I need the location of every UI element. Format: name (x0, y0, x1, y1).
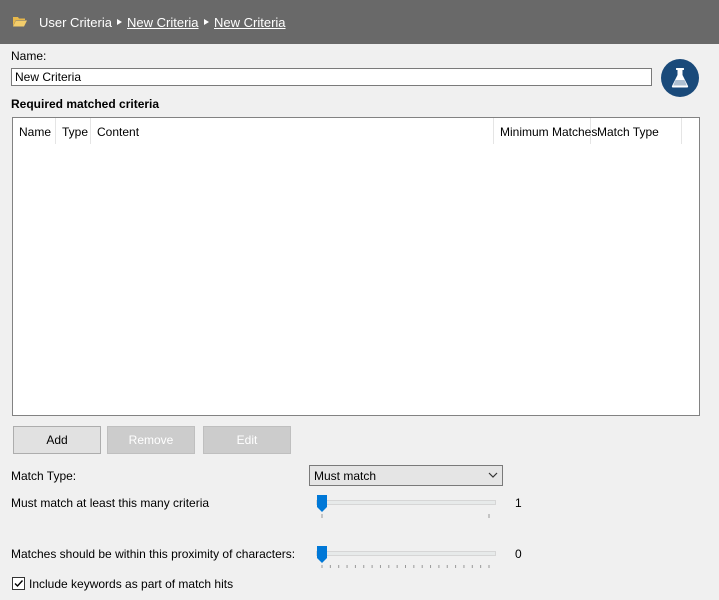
name-label: Name: (11, 49, 47, 63)
slider-tick (430, 565, 432, 568)
slider-tick (488, 565, 490, 568)
slider-tick (396, 565, 398, 568)
breadcrumb-separator-icon (117, 19, 122, 25)
include-keywords-checkbox[interactable] (12, 577, 25, 590)
slider-tick (405, 565, 406, 568)
test-criteria-button[interactable] (661, 59, 699, 97)
criteria-grid[interactable]: Name Type Content Minimum Matches Match … (12, 117, 700, 416)
column-header-name[interactable]: Name (13, 118, 56, 144)
slider-tick (338, 565, 340, 568)
proximity-value: 0 (515, 547, 522, 561)
proximity-label: Matches should be within this proximity … (11, 547, 296, 561)
slider-ticks (321, 565, 490, 568)
min-criteria-slider[interactable] (314, 495, 496, 521)
slider-tick (329, 565, 331, 568)
slider-track (316, 500, 496, 505)
column-header-minimum-matches[interactable]: Minimum Matches (494, 118, 597, 144)
chevron-down-icon (488, 472, 498, 478)
slider-tick (480, 565, 482, 568)
slider-tick (438, 565, 440, 568)
breadcrumb-item-1[interactable]: New Criteria (127, 15, 199, 30)
slider-tick (463, 565, 465, 568)
breadcrumb-bar: User Criteria New Criteria New Criteria (0, 0, 719, 44)
slider-tick (363, 565, 365, 568)
slider-tick (354, 565, 356, 568)
criteria-grid-title: Required matched criteria (11, 97, 160, 111)
slider-tick (421, 565, 423, 568)
slider-tick (371, 565, 373, 568)
breadcrumb-item-2[interactable]: New Criteria (214, 15, 286, 30)
breadcrumb-separator-icon (204, 19, 209, 25)
slider-tick (446, 565, 448, 568)
slider-tick (379, 565, 381, 568)
slider-tick (455, 565, 457, 568)
add-button[interactable]: Add (13, 426, 101, 454)
slider-ticks (321, 514, 490, 518)
column-header-content[interactable]: Content (91, 118, 494, 144)
slider-tick (413, 565, 415, 568)
proximity-slider[interactable] (314, 546, 496, 572)
column-header-match-type[interactable]: Match Type (591, 118, 682, 144)
slider-tick (388, 565, 390, 568)
match-type-select[interactable]: Must match (309, 465, 503, 486)
slider-tick (346, 565, 348, 568)
flask-icon (671, 68, 689, 88)
min-criteria-value: 1 (515, 496, 522, 510)
match-type-value: Must match (314, 469, 377, 483)
match-type-label: Match Type: (11, 469, 77, 483)
edit-button[interactable]: Edit (203, 426, 291, 454)
name-input[interactable] (11, 68, 652, 86)
slider-tick (321, 565, 323, 568)
min-criteria-label: Must match at least this many criteria (11, 496, 210, 510)
folder-open-icon (13, 17, 27, 27)
breadcrumb-root: User Criteria (39, 15, 112, 30)
slider-tick (471, 565, 473, 568)
checkmark-icon (14, 580, 24, 588)
include-keywords-label[interactable]: Include keywords as part of match hits (29, 577, 233, 591)
column-header-type[interactable]: Type (56, 118, 91, 144)
remove-button[interactable]: Remove (107, 426, 195, 454)
slider-track (316, 551, 496, 556)
